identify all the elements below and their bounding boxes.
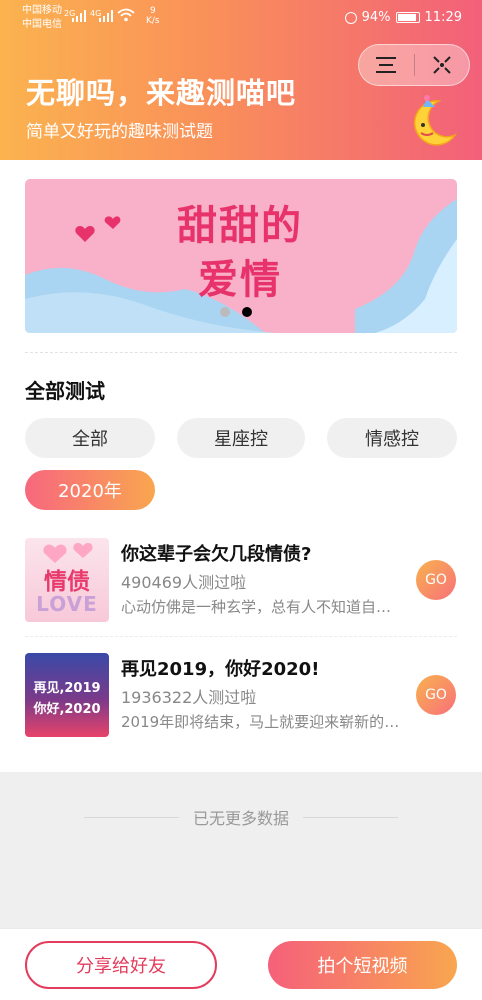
battery-percent: 94% [361, 10, 391, 25]
go-button[interactable]: GO [416, 560, 456, 600]
speed-value: 9 [149, 6, 156, 16]
test-desc: 2019年即将结束，马上就要迎来崭新的一年 [121, 713, 406, 731]
carousel-dot[interactable] [220, 307, 230, 317]
test-thumbnail: 情债 LOVE [25, 538, 109, 622]
end-of-list: 已无更多数据 [0, 802, 482, 832]
status-bar: 中国移动 中国电信 2G 4G 9 K/s 94% 11:29 [0, 0, 482, 36]
signal-icon [72, 10, 86, 22]
no-more-text: 已无更多数据 [192, 809, 289, 828]
mini-program-capsule [358, 44, 470, 86]
status-right: 94% 11:29 [344, 10, 462, 25]
page-title: 无聊吗，来趣测喵吧 [26, 76, 297, 110]
page-subtitle: 简单又好玩的趣味测试题 [26, 122, 213, 142]
carrier-mobile: 中国移动 [22, 5, 62, 16]
banner-title: 甜甜的 爱情 [155, 199, 325, 307]
network-speed: 9 K/s [146, 6, 160, 26]
end-line-right [303, 816, 398, 818]
share-button[interactable]: 分享给好友 [25, 941, 217, 989]
clock-time: 11:29 [424, 10, 462, 25]
banner-carousel[interactable]: 甜甜的 爱情 [25, 179, 457, 333]
test-item[interactable]: 情债 LOVE 你这辈子会欠几段情债? 490469人测过啦 心动仿佛是一种玄学… [25, 538, 457, 626]
item-divider [25, 636, 457, 637]
banner-line2: 爱情 [198, 257, 282, 303]
moon-mascot-icon [413, 95, 458, 146]
test-desc: 心动仿佛是一种玄学，总有人不知道自己的心意 [121, 598, 406, 616]
test-title: 再见2019，你好2020! [121, 659, 320, 680]
menu-icon [376, 57, 397, 73]
test-title: 你这辈子会欠几段情债? [121, 544, 312, 565]
video-button[interactable]: 拍个短视频 [268, 941, 457, 989]
thumb-title: 情债 [44, 569, 90, 595]
banner-line1: 甜甜的 [177, 203, 303, 249]
carousel-dots [220, 307, 252, 317]
test-count: 1936322人测过啦 [121, 688, 257, 707]
menu-button[interactable] [359, 45, 414, 85]
thumb-subtitle: LOVE [36, 592, 98, 616]
category-2020[interactable]: 2020年 [25, 470, 155, 510]
bottom-action-bar: 分享给好友 拍个短视频 [0, 928, 482, 1000]
thumb-subtitle: 你好,2020 [33, 702, 101, 717]
close-target-icon [433, 56, 451, 74]
test-thumbnail: 再见,2019 你好,2020 [25, 653, 109, 737]
carousel-dot-active[interactable] [242, 307, 252, 317]
category-all[interactable]: 全部 [25, 418, 155, 458]
battery-icon [395, 12, 420, 23]
close-button[interactable] [415, 45, 470, 85]
go-button[interactable]: GO [416, 675, 456, 715]
alarm-icon [344, 11, 357, 24]
carrier-telecom: 中国电信 [22, 19, 62, 30]
main-content: 甜甜的 爱情 全部测试 全部 星座控 情感控 2020年 情债 LOVE 你这辈… [0, 160, 482, 772]
section-title: 全部测试 [25, 379, 105, 403]
thumb-title: 再见,2019 [33, 681, 101, 696]
end-line-left [83, 816, 179, 818]
speed-unit: K/s [146, 16, 160, 26]
test-count: 490469人测过啦 [121, 573, 247, 592]
carrier-labels: 中国移动 中国电信 [22, 4, 62, 32]
category-emotion[interactable]: 情感控 [327, 418, 457, 458]
wifi-icon [117, 8, 135, 22]
divider [25, 352, 457, 353]
signal-icon-2 [99, 10, 113, 22]
category-zodiac[interactable]: 星座控 [177, 418, 305, 458]
test-item[interactable]: 再见,2019 你好,2020 再见2019，你好2020! 1936322人测… [25, 653, 457, 741]
